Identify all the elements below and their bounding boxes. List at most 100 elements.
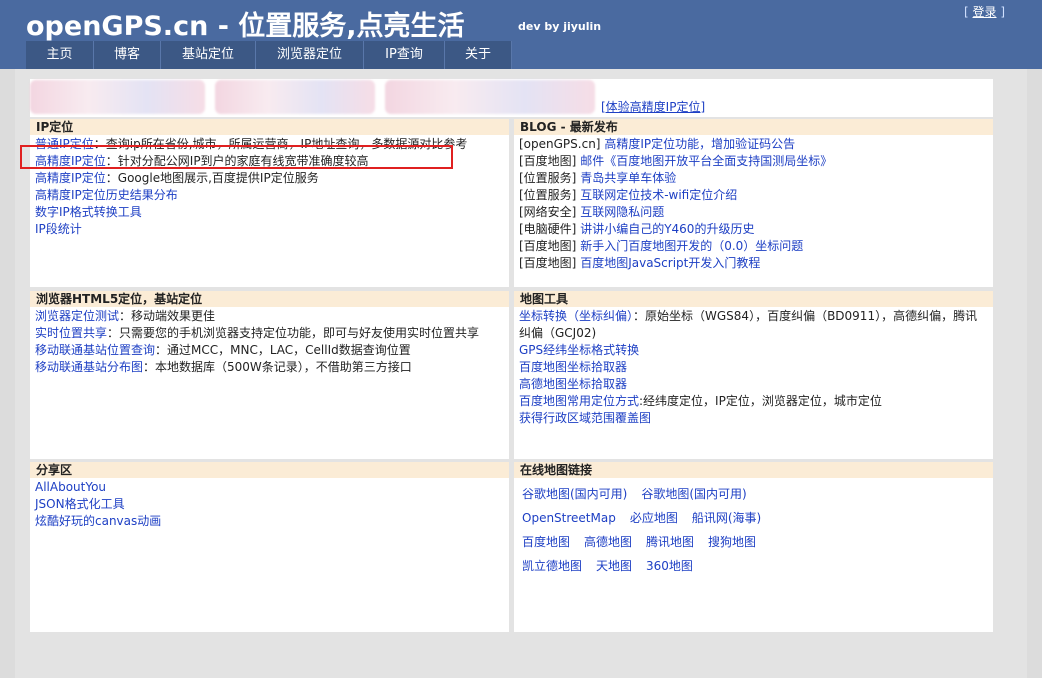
site-header: openGPS.cn - 位置服务,点亮生活 dev by jiyulin [ … [0, 0, 1042, 69]
blog-tag: [电脑硬件] [519, 222, 577, 236]
list-item: 浏览器定位测试：移动端效果更佳 [35, 308, 504, 325]
ip-desc: ：Google地图展示,百度提供IP定位服务 [105, 171, 319, 185]
map-link[interactable]: OpenStreetMap [522, 511, 616, 525]
list-item: [位置服务] 青岛共享单车体验 [519, 170, 988, 187]
list-item: 数字IP格式转换工具 [35, 204, 504, 221]
map-link[interactable]: 搜狗地图 [708, 535, 756, 549]
nav-home[interactable]: 主页 [26, 41, 94, 69]
blog-link[interactable]: 讲讲小编自己的Y460的升级历史 [580, 222, 754, 236]
nav-ip-query[interactable]: IP查询 [364, 41, 445, 69]
browser-link[interactable]: 移动联通基站分布图 [35, 360, 143, 374]
online-maps-panel: 在线地图链接 谷歌地图(国内可用) 谷歌地图(国内可用) OpenStreetMa… [514, 462, 993, 632]
blog-link[interactable]: 青岛共享单车体验 [580, 171, 676, 185]
browser-link[interactable]: 实时位置共享 [35, 326, 107, 340]
list-item: 移动联通基站位置查询：通过MCC，MNC，LAC，CellId数据查询位置 [35, 342, 504, 359]
blurred-banner-text [385, 80, 595, 114]
nav-about[interactable]: 关于 [445, 41, 512, 69]
list-item: [百度地图] 新手入门百度地图开发的（0.0）坐标问题 [519, 238, 988, 255]
list-item: GPS经纬坐标格式转换 [519, 342, 988, 359]
blog-tag: [百度地图] [519, 256, 577, 270]
login-area: [ 登录 ] [964, 3, 1005, 20]
map-link-row: 谷歌地图(国内可用) 谷歌地图(国内可用) [522, 482, 985, 506]
map-tool-link[interactable]: 百度地图坐标拾取器 [519, 360, 627, 374]
blog-tag: [百度地图] [519, 154, 577, 168]
blog-tag: [位置服务] [519, 171, 577, 185]
map-tool-link[interactable]: 高德地图坐标拾取器 [519, 377, 627, 391]
banner-link[interactable]: [体验高精度IP定位] [601, 98, 705, 115]
blog-link[interactable]: 高精度IP定位功能，增加验证码公告 [604, 137, 795, 151]
blurred-banner-text [30, 80, 205, 114]
highlight-annotation-box [20, 145, 453, 169]
list-item: AllAboutYou [35, 479, 504, 496]
blog-tag: [网络安全] [519, 205, 577, 219]
list-item: 百度地图常用定位方式:经纬度定位，IP定位，浏览器定位，城市定位 [519, 393, 988, 410]
list-item: [电脑硬件] 讲讲小编自己的Y460的升级历史 [519, 221, 988, 238]
browser-desc: ：移动端效果更佳 [119, 309, 216, 323]
browser-desc: ：本地数据库（500W条记录），不借助第三方接口 [143, 360, 412, 374]
ip-panel-title: IP定位 [30, 119, 509, 135]
nav-browser-location[interactable]: 浏览器定位 [256, 41, 364, 69]
ip-link[interactable]: IP段统计 [35, 222, 82, 236]
map-link[interactable]: 船讯网(海事) [692, 511, 761, 525]
list-item: JSON格式化工具 [35, 496, 504, 513]
map-link[interactable]: 谷歌地图(国内可用) [522, 487, 627, 501]
map-link[interactable]: 必应地图 [630, 511, 678, 525]
main-nav: 主页 博客 基站定位 浏览器定位 IP查询 关于 [26, 41, 512, 69]
map-link[interactable]: 360地图 [646, 559, 693, 573]
browser-panel-title: 浏览器HTML5定位，基站定位 [30, 291, 509, 307]
blog-tag: [位置服务] [519, 188, 577, 202]
browser-link[interactable]: 浏览器定位测试 [35, 309, 119, 323]
map-tools-panel: 地图工具 坐标转换（坐标纠偏）：原始坐标（WGS84），百度纠偏（BD0911）… [514, 291, 993, 459]
list-item: [网络安全] 互联网隐私问题 [519, 204, 988, 221]
map-tool-desc: :经纬度定位，IP定位，浏览器定位，城市定位 [639, 394, 882, 408]
share-link[interactable]: JSON格式化工具 [35, 497, 125, 511]
map-tools-panel-title: 地图工具 [514, 291, 993, 307]
blurred-banner-text [215, 80, 375, 114]
blog-link[interactable]: 互联网隐私问题 [580, 205, 664, 219]
ip-link[interactable]: 高精度IP定位历史结果分布 [35, 188, 178, 202]
map-link[interactable]: 凯立德地图 [522, 559, 582, 573]
ip-link[interactable]: 数字IP格式转换工具 [35, 205, 142, 219]
blog-link[interactable]: 邮件《百度地图开放平台全面支持国测局坐标》 [580, 154, 832, 168]
list-item: 炫酷好玩的canvas动画 [35, 513, 504, 530]
browser-panel: 浏览器HTML5定位，基站定位 浏览器定位测试：移动端效果更佳 实时位置共享：只… [30, 291, 509, 459]
nav-blog[interactable]: 博客 [94, 41, 161, 69]
list-item: 高德地图坐标拾取器 [519, 376, 988, 393]
share-link[interactable]: AllAboutYou [35, 480, 106, 494]
map-link[interactable]: 高德地图 [584, 535, 632, 549]
list-item: [位置服务] 互联网定位技术-wifi定位介绍 [519, 187, 988, 204]
browser-desc: ：通过MCC，MNC，LAC，CellId数据查询位置 [155, 343, 411, 357]
site-title[interactable]: openGPS.cn - 位置服务,点亮生活 [26, 4, 465, 43]
list-item: [百度地图] 邮件《百度地图开放平台全面支持国测局坐标》 [519, 153, 988, 170]
share-panel: 分享区 AllAboutYou JSON格式化工具 炫酷好玩的canvas动画 [30, 462, 509, 632]
map-link[interactable]: 腾讯地图 [646, 535, 694, 549]
map-tool-link[interactable]: 百度地图常用定位方式 [519, 394, 639, 408]
bracket-right: ] [1000, 5, 1006, 19]
list-item: 高精度IP定位：Google地图展示,百度提供IP定位服务 [35, 170, 504, 187]
blog-link[interactable]: 新手入门百度地图开发的（0.0）坐标问题 [580, 239, 803, 253]
map-link-row: 百度地图 高德地图 腾讯地图 搜狗地图 [522, 530, 985, 554]
map-tool-link[interactable]: 坐标转换（坐标纠偏） [519, 309, 633, 323]
ip-link[interactable]: 高精度IP定位 [35, 171, 106, 185]
map-link-row: OpenStreetMap 必应地图 船讯网(海事) [522, 506, 985, 530]
list-item: 高精度IP定位历史结果分布 [35, 187, 504, 204]
map-link[interactable]: 百度地图 [522, 535, 570, 549]
map-link[interactable]: 天地图 [596, 559, 632, 573]
blog-tag: [openGPS.cn] [519, 137, 601, 151]
nav-base-station[interactable]: 基站定位 [161, 41, 256, 69]
blog-tag: [百度地图] [519, 239, 577, 253]
blog-panel-title: BLOG - 最新发布 [514, 119, 993, 135]
browser-link[interactable]: 移动联通基站位置查询 [35, 343, 155, 357]
share-link[interactable]: 炫酷好玩的canvas动画 [35, 514, 161, 528]
login-link[interactable]: 登录 [973, 5, 997, 19]
blog-link[interactable]: 互联网定位技术-wifi定位介绍 [580, 188, 737, 202]
map-tool-link[interactable]: 获得行政区域范围覆盖图 [519, 411, 651, 425]
map-tool-link[interactable]: GPS经纬坐标格式转换 [519, 343, 639, 357]
map-link[interactable]: 谷歌地图(国内可用) [641, 487, 746, 501]
list-item: 移动联通基站分布图：本地数据库（500W条记录），不借助第三方接口 [35, 359, 504, 376]
list-item: 实时位置共享：只需要您的手机浏览器支持定位功能，即可与好友使用实时位置共享 [35, 325, 504, 342]
bracket-left: [ [964, 5, 969, 19]
blog-link[interactable]: 百度地图JavaScript开发入门教程 [580, 256, 760, 270]
site-subtitle: dev by jiyulin [518, 20, 602, 33]
list-item: 坐标转换（坐标纠偏）：原始坐标（WGS84），百度纠偏（BD0911），高德纠偏… [519, 308, 988, 342]
